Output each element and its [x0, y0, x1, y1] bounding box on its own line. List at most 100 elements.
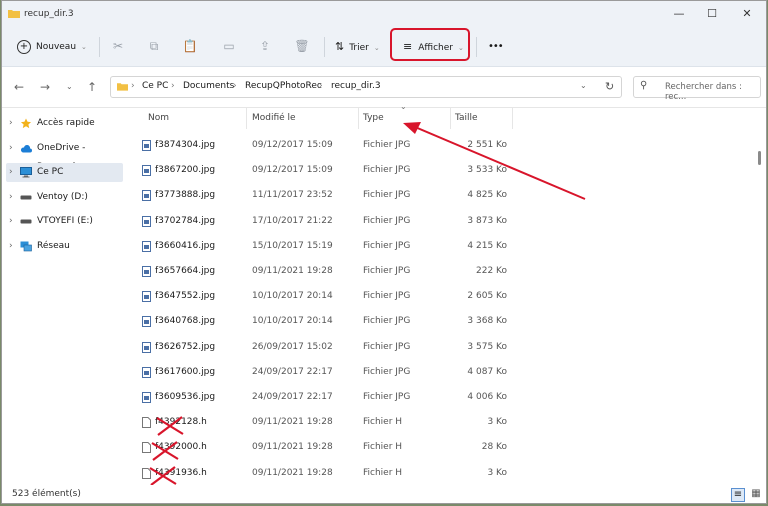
- file-size: 4 006 Ko: [467, 392, 507, 402]
- paste-icon[interactable]: 📋: [182, 38, 198, 54]
- file-row[interactable]: f3640768.jpg 10/10/2017 20:14 Fichier JPG 3…: [135, 309, 515, 334]
- file-type: Fichier H: [363, 442, 403, 453]
- chevron-right-icon: ›: [9, 118, 13, 128]
- folder-icon: [117, 83, 128, 91]
- file-modified: 09/11/2021 19:28: [252, 417, 333, 428]
- breadcrumb-item[interactable]: recup_dir.3: [331, 81, 381, 91]
- back-icon[interactable]: ←: [14, 80, 24, 94]
- vertical-scrollbar[interactable]: [758, 151, 761, 165]
- sidebar-item-ventoy[interactable]: › Ventoy (D:): [6, 188, 123, 207]
- red-cross-mark: [156, 416, 184, 436]
- cut-icon[interactable]: ✂: [110, 38, 126, 54]
- file-row[interactable]: f3626752.jpg 26/09/2017 15:02 Fichier JPG 3…: [135, 335, 515, 360]
- image-file-icon: [142, 341, 151, 353]
- sidebar-item-onedrive[interactable]: › OneDrive - Personal: [6, 139, 123, 172]
- file-row[interactable]: f4392128.h 09/11/2021 19:28 Fichier H3 Ko: [135, 410, 515, 435]
- column-header-type[interactable]: Type: [363, 107, 384, 129]
- separator: [324, 37, 325, 57]
- sidebar-item-vtoyefi[interactable]: › VTOYEFI (E:): [6, 212, 123, 231]
- explorer-window: recup_dir.3 — ☐ ✕ + Nouveau ⌄ ✂ ⧉ 📋 ▭ ⇪ 🗑 …: [1, 0, 767, 504]
- file-name: f3617600.jpg: [155, 366, 216, 377]
- plus-icon: +: [17, 40, 31, 54]
- recent-locations-icon[interactable]: ⌄: [66, 82, 73, 91]
- file-modified: 10/10/2017 20:14: [252, 291, 333, 302]
- window-title: recup_dir.3: [24, 9, 74, 19]
- sort-label: Trier: [349, 43, 369, 53]
- details-view-button[interactable]: ≡: [731, 488, 745, 502]
- address-bar[interactable]: › Ce PC › Documents › RecupQPhotoRec › r…: [110, 76, 622, 98]
- file-modified: 24/09/2017 22:17: [252, 392, 333, 402]
- close-button[interactable]: ✕: [729, 3, 765, 25]
- file-modified: 09/12/2017 15:09: [252, 140, 333, 150]
- share-icon[interactable]: ⇪: [257, 38, 273, 54]
- maximize-button[interactable]: ☐: [694, 3, 730, 25]
- folder-icon: [8, 10, 20, 18]
- search-box[interactable]: ⚲ Rechercher dans : rec...: [633, 76, 761, 102]
- new-button[interactable]: + Nouveau ⌄: [17, 36, 87, 58]
- minimize-button[interactable]: —: [661, 3, 697, 25]
- red-cross-mark: [151, 441, 179, 461]
- breadcrumb-separator: ›: [131, 81, 135, 91]
- minimize-icon: —: [673, 7, 685, 20]
- delete-icon[interactable]: 🗑: [294, 38, 310, 54]
- image-file-icon: [142, 366, 151, 378]
- chevron-down-icon[interactable]: ⌄: [580, 81, 587, 90]
- image-file-icon: [142, 240, 151, 252]
- separator: [476, 37, 477, 57]
- file-size: 3 575 Ko: [467, 341, 507, 352]
- file-row[interactable]: f3647552.jpg 10/10/2017 20:14 Fichier JPG 2…: [135, 284, 515, 309]
- sidebar-item-label: Ce PC: [37, 167, 64, 177]
- red-arrow: [403, 122, 586, 200]
- status-bar: 523 élément(s) ≡ ▦: [2, 485, 766, 503]
- file-icon: [142, 417, 151, 429]
- breadcrumb-item[interactable]: RecupQPhotoRec: [245, 81, 322, 91]
- item-count: 523 élément(s): [12, 489, 81, 499]
- copy-icon[interactable]: ⧉: [146, 38, 162, 54]
- command-bar: + Nouveau ⌄ ✂ ⧉ 📋 ▭ ⇪ 🗑 ⇅ Trier ⌄ ≡ Afficher ⌄…: [2, 28, 766, 67]
- drive-icon: [20, 219, 32, 224]
- file-modified: 26/09/2017 15:02: [252, 341, 333, 352]
- sidebar-item-network[interactable]: › Réseau: [6, 237, 123, 256]
- sidebar-item-label: Réseau: [37, 241, 70, 251]
- breadcrumb-item[interactable]: Documents: [183, 81, 234, 91]
- file-row[interactable]: f3609536.jpg 24/09/2017 22:17 Fichier JPG 4…: [135, 385, 515, 410]
- file-row[interactable]: f3657664.jpg 09/11/2021 19:28 Fichier JPG 2…: [135, 259, 515, 284]
- sort-button[interactable]: ⇅ Trier ⌄: [335, 36, 380, 58]
- chevron-down-icon: ⌄: [81, 43, 87, 51]
- file-type: Fichier JPG: [363, 366, 411, 377]
- sidebar-item-quick-access[interactable]: › Accès rapide: [6, 114, 123, 133]
- column-header-modified[interactable]: Modifié le: [252, 107, 296, 129]
- column-header-name[interactable]: Nom: [148, 107, 169, 129]
- file-row[interactable]: f3660416.jpg 15/10/2017 15:19 Fichier JPG 4…: [135, 234, 515, 259]
- image-file-icon: [142, 291, 151, 303]
- chevron-right-icon: ›: [9, 143, 13, 153]
- sidebar-item-this-pc[interactable]: › Ce PC: [6, 163, 123, 182]
- file-type: Fichier JPG: [363, 291, 411, 302]
- breadcrumb-separator: ›: [319, 81, 323, 91]
- star-icon: [20, 118, 32, 129]
- more-options-button[interactable]: •••: [488, 36, 504, 58]
- file-modified: 24/09/2017 22:17: [252, 366, 333, 377]
- chevron-right-icon: ›: [9, 241, 13, 251]
- new-label: Nouveau: [36, 42, 77, 52]
- file-size: 3 Ko: [487, 467, 507, 478]
- file-row[interactable]: f3617600.jpg 24/09/2017 22:17 Fichier JPG 4…: [135, 360, 515, 385]
- file-row[interactable]: f4391936.h 09/11/2021 19:28 Fichier H3 Ko: [135, 461, 515, 486]
- cloud-icon: [20, 144, 32, 153]
- file-type: Fichier H: [363, 417, 403, 428]
- image-file-icon: [142, 215, 151, 227]
- breadcrumb-item[interactable]: Ce PC: [142, 81, 168, 91]
- up-icon[interactable]: ↑: [87, 80, 97, 94]
- file-size: 4 087 Ko: [467, 366, 507, 377]
- file-row[interactable]: f4392000.h 09/11/2021 19:28 Fichier H 28 Ko: [135, 435, 515, 460]
- column-divider: [358, 107, 359, 129]
- file-type: Fichier JPG: [363, 240, 411, 251]
- rename-icon[interactable]: ▭: [221, 38, 237, 54]
- file-row[interactable]: f3702784.jpg 17/10/2017 21:22 Fichier JPG 3…: [135, 209, 515, 234]
- file-name: f3874304.jpg: [155, 140, 216, 150]
- file-size: 2 605 Ko: [467, 291, 507, 302]
- refresh-icon[interactable]: ↻: [605, 80, 614, 93]
- forward-icon[interactable]: →: [40, 80, 50, 94]
- large-icons-view-button[interactable]: ▦: [749, 488, 763, 502]
- sort-chevron-icon: ⌄: [400, 102, 407, 111]
